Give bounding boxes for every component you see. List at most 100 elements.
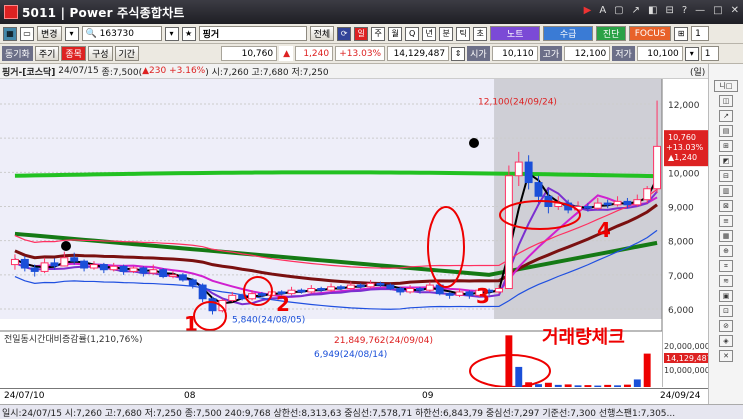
price-change: 1,240 [295, 46, 334, 61]
period-day[interactable]: 일 [354, 26, 369, 41]
period-minute[interactable]: 분 [439, 26, 454, 41]
y-tick-label: 9,000 [668, 204, 694, 214]
period-week[interactable]: 주 [371, 26, 386, 41]
tool-icon-14[interactable]: ⊡ [719, 305, 733, 317]
tool-icon-17[interactable]: ✕ [719, 350, 733, 362]
candle-body [534, 182, 543, 197]
unit-field[interactable]: 1 [700, 46, 719, 61]
volume-bar [594, 385, 602, 387]
period-year[interactable]: 년 [422, 26, 437, 41]
info-date: 24/07/15 [58, 66, 99, 76]
open-label: 시가 [467, 46, 490, 61]
candle-body [198, 284, 207, 300]
scale-label: (일) [690, 67, 706, 78]
close-icon[interactable]: ✕ [731, 5, 739, 16]
split-icon[interactable]: ◧ [648, 5, 657, 16]
tool-icon-3[interactable]: ⊞ [719, 140, 733, 152]
layout-icon[interactable]: ▦ [3, 26, 17, 41]
low-dropdown-icon[interactable]: ▾ [684, 46, 699, 61]
stock-name-field[interactable]: 핑거 [198, 26, 307, 41]
y-tick-label: 8,000 [668, 238, 694, 248]
tool-icon-13[interactable]: ▣ [719, 290, 733, 302]
favorite-star-icon[interactable]: ★ [181, 26, 196, 41]
tool-icon-11[interactable]: ⌗ [719, 260, 733, 272]
current-chg-label: ▲1,240 [668, 153, 697, 162]
window-icon[interactable]: ▭ [20, 26, 34, 41]
tool-icon-6[interactable]: ▥ [719, 185, 733, 197]
minimize-icon[interactable]: — [695, 5, 705, 16]
candle-body [346, 284, 355, 289]
expand-icon[interactable]: ↗ [632, 5, 640, 16]
code-dropdown-icon[interactable]: ▾ [164, 26, 179, 41]
volume-bar [633, 379, 641, 387]
dropdown-chevron-icon[interactable]: ▾ [64, 26, 79, 41]
compose-button[interactable]: 구성 [87, 46, 113, 61]
volume-bar [643, 353, 651, 387]
maximize-icon[interactable]: □ [713, 5, 722, 16]
period-button[interactable]: 주기 [34, 46, 60, 61]
panel-top-icon[interactable]: 니□ [714, 80, 738, 92]
volume-y-tick: 20,000,000 [664, 342, 708, 351]
stock-code-input[interactable]: 🔍 163730 [81, 26, 162, 41]
tool-icon-5[interactable]: ⊟ [719, 170, 733, 182]
candle-body [30, 267, 39, 272]
period-quarter[interactable]: Q [405, 26, 420, 41]
supply-button[interactable]: 수급 [543, 26, 594, 41]
font-icon[interactable]: A [599, 5, 606, 16]
volume-panel-label: 전일동시간대비증감률(1,210,76%) [4, 333, 142, 345]
period-second[interactable]: 초 [473, 26, 488, 41]
focus-button[interactable]: FOCUS [629, 26, 672, 41]
change-arrow-icon: ▲ [279, 46, 294, 61]
tool-icon-10[interactable]: ⊕ [719, 245, 733, 257]
tool-icon-16[interactable]: ◈ [719, 335, 733, 347]
candle-body [208, 298, 217, 312]
refresh-icon[interactable]: ⟳ [337, 26, 352, 41]
tool-icon-15[interactable]: ⊘ [719, 320, 733, 332]
candle-body [228, 294, 237, 301]
tool-icon-8[interactable]: ≡ [719, 215, 733, 227]
tool-icon-0[interactable]: ◫ [719, 95, 733, 107]
candle-body [178, 274, 187, 281]
y-tick-label: 6,000 [668, 306, 694, 316]
price-chart[interactable]: 12,00011,00010,0009,0008,0007,0006,00010… [0, 79, 708, 387]
candle-body [603, 202, 612, 206]
tool-icon-1[interactable]: ↗ [719, 110, 733, 122]
count-field[interactable]: 1 [691, 26, 710, 41]
tool-icon-12[interactable]: ≋ [719, 275, 733, 287]
tool-icon-7[interactable]: ⊠ [719, 200, 733, 212]
tool-icon-2[interactable]: ▤ [719, 125, 733, 137]
title-bar: 5011 | Power 주식종합차트 ▶ A ▢ ↗ ◧ ⊟ ? — □ ✕ [0, 0, 743, 24]
high-label: 고가 [539, 46, 563, 61]
candle-body [653, 145, 662, 190]
sync-label[interactable]: 동기화 [2, 46, 33, 61]
item-button[interactable]: 종목 [61, 46, 86, 61]
volume-spinner-icon[interactable]: ⇕ [451, 46, 466, 61]
frame-icon[interactable]: ▢ [614, 5, 623, 16]
print-icon[interactable]: ⊟ [665, 5, 673, 16]
x-tick-label: 24/09/24 [660, 391, 701, 401]
chart-info-bar: 핑거-[코스닥] 24/07/15 종:7,500(▲230 +3.16%) 시… [0, 64, 743, 79]
window-controls: ▶ A ▢ ↗ ◧ ⊟ ? — □ ✕ [584, 5, 739, 16]
tool-icon-4[interactable]: ◩ [719, 155, 733, 167]
candle-body [60, 257, 69, 267]
candle-body [10, 258, 19, 266]
change-button[interactable]: 변경 [37, 26, 62, 41]
grid-icon[interactable]: ⊞ [674, 26, 689, 41]
signal-dot [61, 241, 71, 251]
duration-button[interactable]: 기간 [114, 46, 140, 61]
diagnosis-button[interactable]: 진단 [596, 26, 627, 41]
play-icon[interactable]: ▶ [584, 5, 592, 16]
candle-body [524, 161, 533, 184]
annotation-number: 4 [597, 218, 611, 242]
volume-bar [574, 385, 582, 387]
tool-icon-9[interactable]: ▦ [719, 230, 733, 242]
period-tick[interactable]: 틱 [456, 26, 471, 41]
candle-body [366, 282, 375, 288]
period-month[interactable]: 월 [388, 26, 403, 41]
all-button[interactable]: 전체 [309, 26, 335, 41]
candle-body [307, 288, 316, 293]
change-rate: +13.03% [335, 46, 386, 61]
note-button[interactable]: 노트 [490, 26, 541, 41]
annotation-number: 3 [476, 284, 490, 308]
help-icon[interactable]: ? [682, 5, 687, 16]
